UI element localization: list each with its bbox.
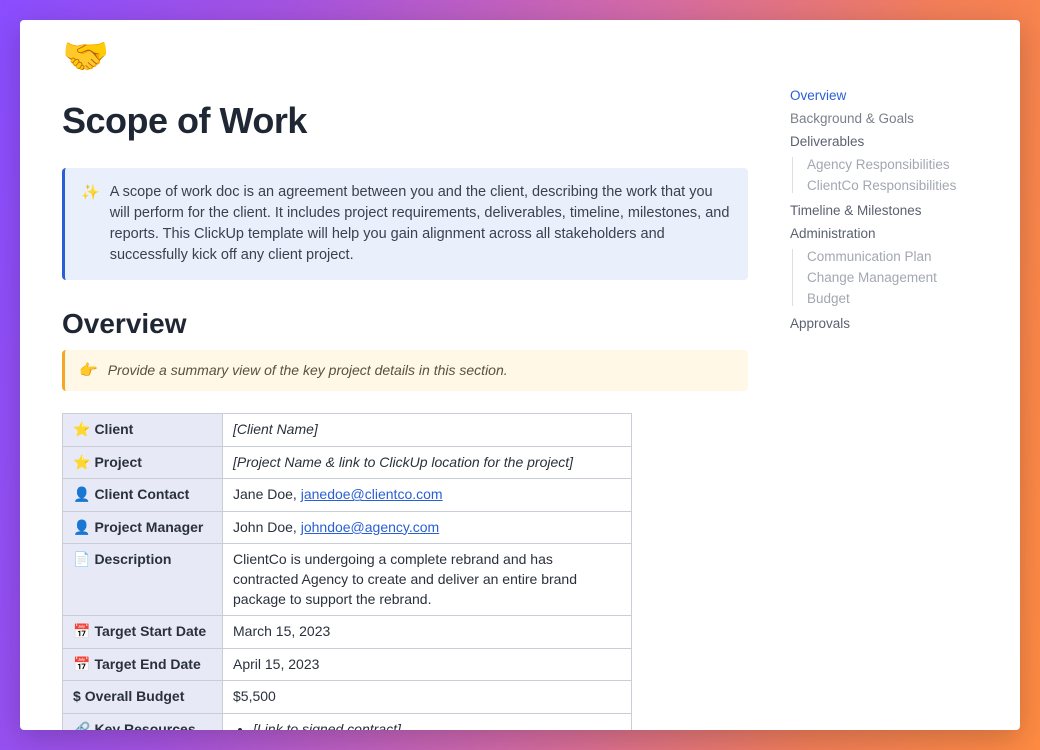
table-row: 📅Target End Date April 15, 2023 bbox=[63, 648, 632, 681]
email-link[interactable]: johndoe@agency.com bbox=[301, 519, 439, 535]
person-icon: 👤 bbox=[73, 519, 90, 535]
document-icon: 📄 bbox=[73, 551, 90, 567]
table-row: 👤Project Manager John Doe, johndoe@agenc… bbox=[63, 511, 632, 544]
toc-item-background[interactable]: Background & Goals bbox=[790, 111, 992, 126]
overview-hint-text: Provide a summary view of the key projec… bbox=[108, 360, 508, 380]
row-value[interactable]: Jane Doe, janedoe@clientco.com bbox=[223, 479, 632, 512]
calendar-icon: 📅 bbox=[73, 623, 90, 639]
sparkles-icon: ✨ bbox=[81, 182, 100, 203]
person-icon: 👤 bbox=[73, 486, 90, 502]
resources-list: [Link to signed contract] [Link to Click… bbox=[233, 720, 621, 730]
pointing-hand-icon: 👉 bbox=[79, 360, 98, 381]
row-value[interactable]: [Link to signed contract] [Link to Click… bbox=[223, 714, 632, 731]
toc-item-timeline[interactable]: Timeline & Milestones bbox=[790, 203, 992, 218]
row-label: 👤Client Contact bbox=[63, 479, 223, 512]
toc-sub-deliverables: Agency Responsibilities ClientCo Respons… bbox=[792, 157, 992, 193]
toc-sidebar: Overview Background & Goals Deliverables… bbox=[790, 20, 1020, 730]
table-row: 📄Description ClientCo is undergoing a co… bbox=[63, 544, 632, 616]
row-value[interactable]: [Project Name & link to ClickUp location… bbox=[223, 446, 632, 479]
star-icon: ⭐ bbox=[73, 421, 90, 437]
toc-item-overview[interactable]: Overview bbox=[790, 88, 992, 103]
email-link[interactable]: janedoe@clientco.com bbox=[301, 486, 443, 502]
main-content: 🤝 Scope of Work ✨ A scope of work doc is… bbox=[20, 20, 790, 730]
page-emoji-icon[interactable]: 🤝 bbox=[62, 38, 748, 76]
toc-item-approvals[interactable]: Approvals bbox=[790, 316, 992, 331]
row-value[interactable]: John Doe, johndoe@agency.com bbox=[223, 511, 632, 544]
row-value[interactable]: $5,500 bbox=[223, 681, 632, 714]
toc-item-change-mgmt[interactable]: Change Management bbox=[807, 270, 992, 285]
row-value[interactable]: March 15, 2023 bbox=[223, 616, 632, 649]
row-value[interactable]: [Client Name] bbox=[223, 414, 632, 447]
intro-callout-text: A scope of work doc is an agreement betw… bbox=[110, 182, 732, 266]
toc-item-administration[interactable]: Administration bbox=[790, 226, 992, 241]
dollar-icon: $ bbox=[73, 688, 81, 704]
row-label: ⭐Project bbox=[63, 446, 223, 479]
document-canvas: 🤝 Scope of Work ✨ A scope of work doc is… bbox=[20, 20, 1020, 730]
table-row: 🔗Key Resources [Link to signed contract]… bbox=[63, 714, 632, 731]
row-label: 📄Description bbox=[63, 544, 223, 616]
toc-sub-administration: Communication Plan Change Management Bud… bbox=[792, 249, 992, 306]
row-label: 📅Target Start Date bbox=[63, 616, 223, 649]
row-label: ⭐Client bbox=[63, 414, 223, 447]
list-item[interactable]: [Link to signed contract] bbox=[253, 720, 621, 730]
overview-hint: 👉 Provide a summary view of the key proj… bbox=[62, 350, 748, 391]
page-title: Scope of Work bbox=[62, 100, 748, 142]
table-row: ⭐Client [Client Name] bbox=[63, 414, 632, 447]
toc-item-communication[interactable]: Communication Plan bbox=[807, 249, 992, 264]
row-label: 🔗Key Resources bbox=[63, 714, 223, 731]
toc-item-deliverables[interactable]: Deliverables bbox=[790, 134, 992, 149]
project-details-table: ⭐Client [Client Name] ⭐Project [Project … bbox=[62, 413, 632, 730]
star-icon: ⭐ bbox=[73, 454, 90, 470]
row-label: $Overall Budget bbox=[63, 681, 223, 714]
row-value[interactable]: ClientCo is undergoing a complete rebran… bbox=[223, 544, 632, 616]
table-row: ⭐Project [Project Name & link to ClickUp… bbox=[63, 446, 632, 479]
toc-item-clientco-resp[interactable]: ClientCo Responsibilities bbox=[807, 178, 992, 193]
row-value[interactable]: April 15, 2023 bbox=[223, 648, 632, 681]
toc-item-budget[interactable]: Budget bbox=[807, 291, 992, 306]
table-row: 📅Target Start Date March 15, 2023 bbox=[63, 616, 632, 649]
toc-item-agency-resp[interactable]: Agency Responsibilities bbox=[807, 157, 992, 172]
intro-callout: ✨ A scope of work doc is an agreement be… bbox=[62, 168, 748, 280]
table-row: $Overall Budget $5,500 bbox=[63, 681, 632, 714]
overview-heading: Overview bbox=[62, 308, 748, 340]
calendar-icon: 📅 bbox=[73, 656, 90, 672]
row-label: 📅Target End Date bbox=[63, 648, 223, 681]
table-row: 👤Client Contact Jane Doe, janedoe@client… bbox=[63, 479, 632, 512]
row-label: 👤Project Manager bbox=[63, 511, 223, 544]
link-icon: 🔗 bbox=[73, 721, 90, 730]
